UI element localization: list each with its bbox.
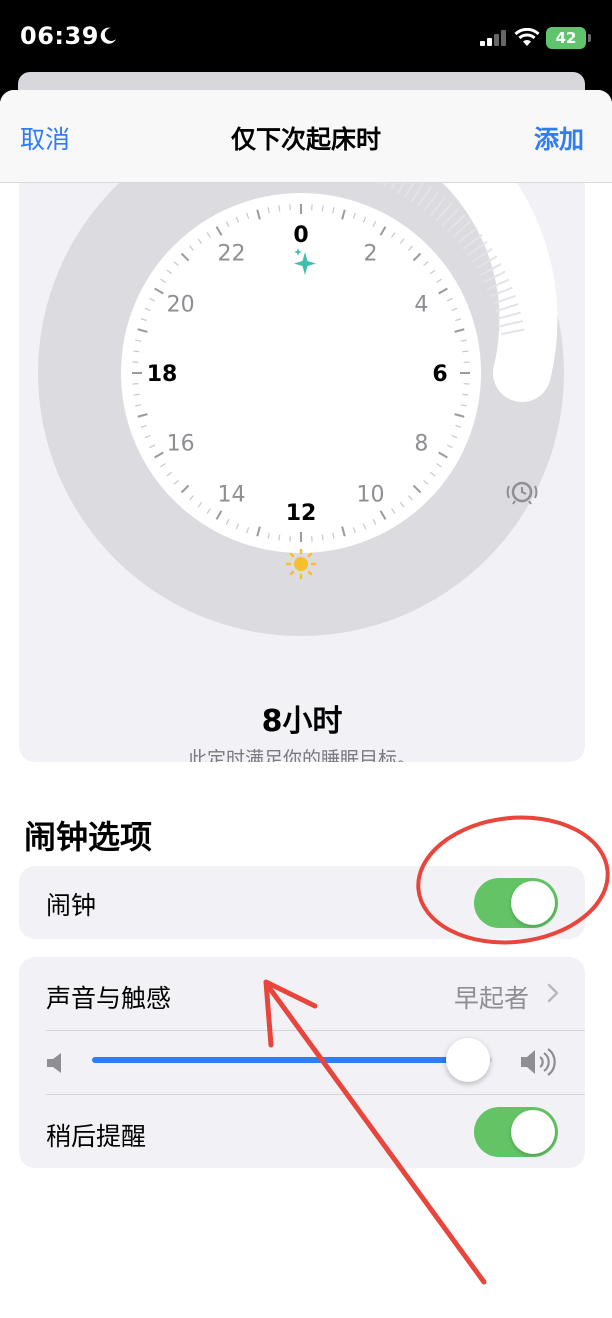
hour-label: 4 [414, 293, 428, 318]
sound-haptics-label: 声音与触感 [46, 984, 172, 1013]
hour-label: 12 [286, 501, 317, 526]
clock-tick [321, 534, 324, 541]
wifi-icon [514, 28, 540, 46]
volume-high-icon [521, 1048, 556, 1076]
page-title: 仅下次起床时 [230, 125, 381, 154]
alarm-options-header: 闹钟选项 [24, 818, 153, 856]
add-button[interactable]: 添加 [534, 120, 584, 156]
hour-label: 2 [364, 242, 378, 267]
hour-label: 8 [414, 432, 428, 457]
alarm-settings-card: 声音与触感 早起者 稍后提醒 [19, 957, 585, 1168]
alarm-toggle-knob [511, 881, 555, 925]
clock-tick [133, 350, 140, 353]
battery-tip [588, 34, 591, 42]
hour-label: 20 [167, 293, 195, 318]
clock-tick [462, 393, 469, 396]
signal-icon [480, 30, 506, 46]
clock-tick [462, 350, 469, 353]
add-alarm-sheet: 取消 仅下次起床时 添加 0 2 4 6 8 10 12 14 16 18 20 22 [0, 90, 612, 1318]
chevron-right-icon [547, 983, 559, 1003]
volume-slider-fill [92, 1057, 468, 1063]
sun-icon [285, 548, 317, 580]
sleep-goal-note: 此定时满足你的睡眠目标。 [187, 748, 416, 762]
hour-label: 16 [167, 432, 195, 457]
sleep-clock: 0 2 4 6 8 10 12 14 16 18 20 22 [38, 130, 564, 636]
battery-level: 42 [555, 29, 577, 47]
hour-label: 6 [432, 362, 447, 387]
status-bar: 06:39 42 [0, 0, 612, 70]
clock-tick [278, 205, 281, 212]
battery-icon: 42 [546, 27, 586, 49]
alarm-toggle-row: 闹钟 [19, 866, 585, 939]
volume-row [19, 1031, 585, 1094]
moon-icon [100, 27, 116, 44]
alarm-label: 闹钟 [46, 891, 97, 920]
clock-tick [133, 393, 140, 396]
alarm-toggle[interactable] [474, 878, 558, 928]
status-time: 06:39 [20, 22, 99, 50]
sound-haptics-row[interactable]: 声音与触感 早起者 [19, 957, 585, 1030]
sound-value: 早起者 [453, 984, 529, 1013]
clock-tick [278, 534, 281, 541]
volume-slider-thumb[interactable] [446, 1038, 490, 1082]
hour-label: 14 [218, 482, 246, 507]
hour-label: 22 [218, 242, 246, 267]
snooze-row: 稍后提醒 [19, 1095, 585, 1168]
sleep-clock-card: 0 2 4 6 8 10 12 14 16 18 20 22 8小时 此定时满足… [19, 130, 585, 762]
hour-label: 0 [293, 223, 308, 248]
volume-low-icon [47, 1053, 61, 1073]
hour-label: 18 [147, 362, 178, 387]
clock-tick [321, 205, 324, 212]
sleep-duration: 8小时 [261, 704, 343, 739]
nav-bar: 取消 仅下次起床时 添加 [0, 90, 612, 183]
snooze-toggle-knob [511, 1110, 555, 1154]
hour-label: 10 [357, 482, 385, 507]
snooze-toggle[interactable] [474, 1107, 558, 1157]
snooze-label: 稍后提醒 [46, 1122, 147, 1151]
